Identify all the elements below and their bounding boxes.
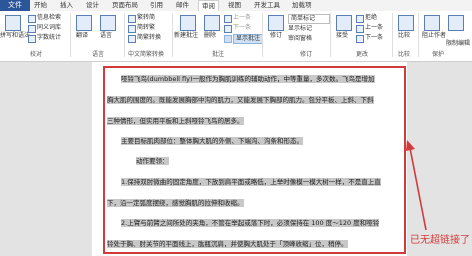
show-markup-button[interactable]: 显示标记 — [288, 25, 312, 33]
tab-insert[interactable]: 插入 — [60, 0, 73, 11]
next-comment-icon — [224, 25, 232, 33]
tab-layout[interactable]: 页面布局 — [112, 0, 138, 11]
compare-group-label: 比较 — [398, 51, 411, 58]
next-change-icon — [356, 35, 364, 43]
cn-convert-group-label: 中文简繁转换 — [128, 51, 165, 58]
show-comments-button[interactable]: 显示批注 — [233, 34, 264, 44]
delete-comment-icon[interactable] — [204, 15, 220, 31]
restrict-editing-button[interactable]: 限制编辑 — [446, 40, 470, 48]
group-separator — [70, 13, 71, 57]
group-separator — [124, 13, 125, 57]
research-button[interactable]: 信息检索 — [37, 14, 61, 22]
compare-button[interactable]: 比较 — [398, 32, 410, 40]
reject-button[interactable]: 拒绝 — [365, 14, 377, 22]
markup-select-value: 简单标记 — [291, 15, 316, 22]
block-authors-button[interactable]: 阻止作者 — [422, 32, 446, 40]
trad-to-simp-button[interactable]: 繁转简 — [137, 14, 155, 22]
block-authors-icon[interactable] — [424, 15, 440, 31]
tab-mailings[interactable]: 邮件 — [176, 0, 189, 11]
group-separator — [330, 13, 331, 57]
word-count-icon — [28, 35, 36, 43]
convert-button[interactable]: 简繁转换 — [137, 34, 161, 42]
simp-to-trad-button[interactable]: 简转繁 — [137, 24, 155, 32]
review-pane-button[interactable]: 审阅窗格 — [288, 35, 312, 43]
highlight-frame — [103, 66, 406, 254]
show-comments-icon — [224, 35, 232, 43]
prev-comment-button[interactable]: 上一条 — [233, 14, 251, 22]
protect-group-label: 保护 — [432, 51, 445, 58]
spelling-icon[interactable] — [5, 15, 21, 31]
proofing-group-label: 校对 — [30, 51, 43, 58]
new-comment-icon[interactable] — [180, 15, 196, 31]
thesaurus-icon — [28, 25, 36, 33]
annotation-arrow-icon — [406, 140, 427, 231]
tab-home[interactable]: 开始 — [34, 0, 47, 11]
research-icon — [28, 15, 36, 23]
group-separator — [172, 13, 173, 57]
translate-icon[interactable] — [76, 15, 92, 31]
trad-to-simp-icon — [128, 15, 136, 23]
track-changes-button[interactable]: 修订 — [270, 32, 282, 40]
next-comment-button[interactable]: 下一条 — [233, 24, 251, 32]
tab-view[interactable]: 视图 — [228, 0, 241, 11]
changes-group-label: 更改 — [356, 51, 369, 58]
tab-developer[interactable]: 开发工具 — [254, 0, 280, 11]
new-comment-button[interactable]: 新建批注 — [174, 32, 198, 40]
translate-button[interactable]: 翻译 — [76, 32, 88, 40]
reject-icon — [356, 15, 364, 23]
language-button[interactable]: 语言 — [100, 32, 112, 40]
simp-to-trad-icon — [128, 25, 136, 33]
annotation-text: 已无超链接了 — [410, 235, 470, 246]
tab-file[interactable]: 文件 — [0, 0, 30, 11]
convert-icon — [128, 35, 136, 43]
group-separator — [418, 13, 419, 57]
track-changes-icon[interactable] — [268, 15, 284, 31]
markup-select[interactable]: 简单标记 — [288, 14, 330, 24]
ribbon-tab-bar: 文件 开始 插入 设计 页面布局 引用 邮件 审阅 视图 开发工具 加载项 — [0, 0, 472, 12]
group-separator — [392, 13, 393, 57]
tracking-group-label: 修订 — [300, 51, 313, 58]
next-change-button[interactable]: 下一条 — [365, 34, 383, 42]
review-ribbon: 拼写和语法 信息检索 同义词库 字数统计 校对 翻译 语言 语言 繁转简 简转繁… — [0, 11, 472, 62]
tab-design[interactable]: 设计 — [86, 0, 99, 11]
tab-addins[interactable]: 加载项 — [292, 0, 312, 11]
accept-icon[interactable] — [336, 15, 352, 31]
tab-references[interactable]: 引用 — [150, 0, 163, 11]
accept-button[interactable]: 接受 — [336, 32, 348, 40]
spelling-button[interactable]: 拼写和语法 — [0, 32, 30, 40]
group-separator — [262, 13, 263, 57]
prev-change-button[interactable]: 上一条 — [365, 24, 383, 32]
language-icon[interactable] — [100, 15, 116, 31]
restrict-editing-icon[interactable] — [448, 15, 464, 31]
language-group-label: 语言 — [92, 51, 105, 58]
prev-comment-icon — [224, 15, 232, 23]
prev-change-icon — [356, 25, 364, 33]
compare-icon[interactable] — [398, 15, 414, 31]
comments-group-label: 批注 — [212, 51, 225, 58]
delete-comment-button[interactable]: 删除 — [204, 32, 216, 40]
word-count-button[interactable]: 字数统计 — [37, 34, 61, 42]
thesaurus-button[interactable]: 同义词库 — [37, 24, 61, 32]
